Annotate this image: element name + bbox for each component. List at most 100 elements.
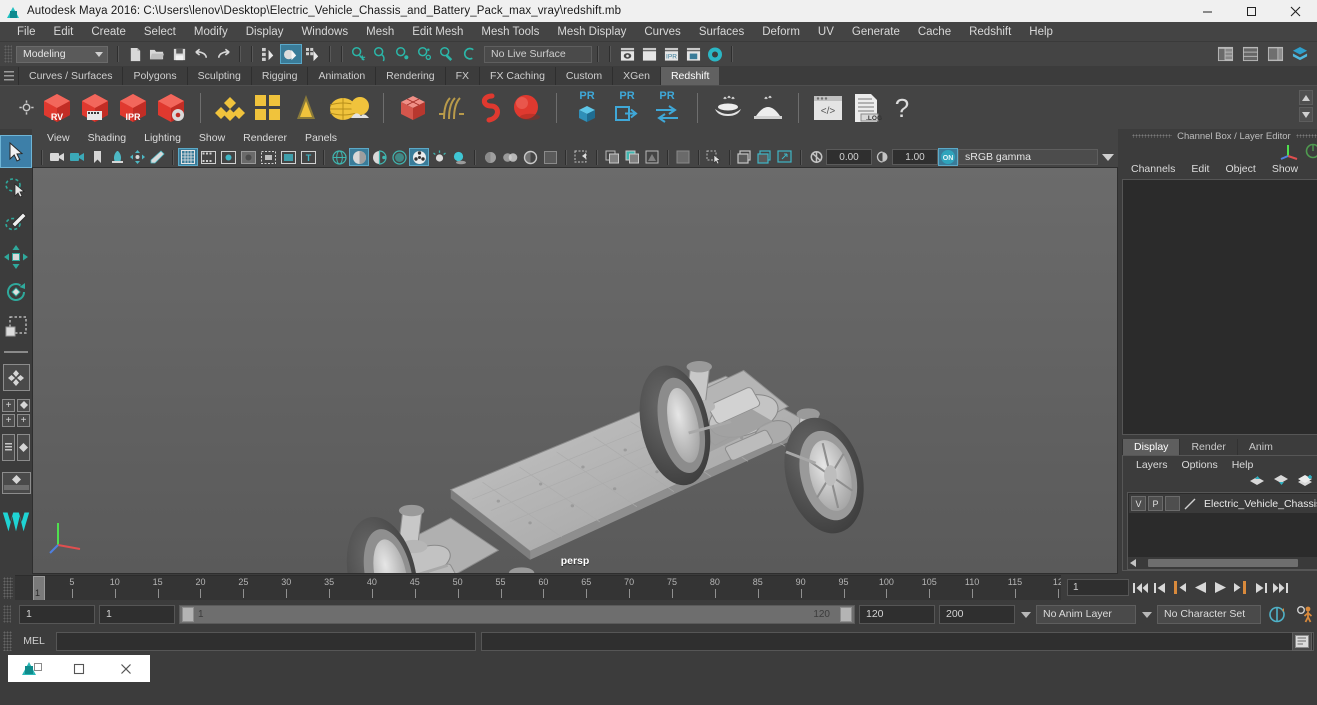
layer-visibility-toggle[interactable]: V [1131, 496, 1146, 511]
use-default-lighting-icon[interactable] [429, 148, 449, 166]
shelf-button-log-file[interactable]: .LOG [849, 91, 883, 125]
smooth-shade-all-icon[interactable] [349, 148, 369, 166]
hardware-fog-icon[interactable] [622, 148, 642, 166]
rotate-tool[interactable] [0, 275, 32, 308]
shelf-tab-xgen[interactable]: XGen [612, 67, 660, 85]
range-start-time-field[interactable]: 1 [99, 604, 175, 624]
show-hide-layer-editor-icon[interactable] [1239, 44, 1261, 64]
show-hide-tool-settings-icon[interactable] [638, 44, 660, 64]
shelf-tab-sculpting[interactable]: Sculpting [186, 67, 251, 85]
select-by-object-icon[interactable] [280, 44, 302, 64]
layer-list[interactable]: V P Electric_Vehicle_Chassis_an [1127, 492, 1317, 570]
current-frame-field[interactable]: 1 [1067, 579, 1129, 596]
wireframe-icon[interactable] [329, 148, 349, 166]
undo-icon[interactable] [190, 44, 212, 64]
wireframe-on-shaded-icon[interactable] [409, 148, 429, 166]
shelf-button-redshift-ipr[interactable]: IPR [116, 91, 150, 125]
paint-select-tool[interactable] [0, 205, 32, 238]
color-management-select[interactable]: sRGB gamma [958, 149, 1098, 165]
gate-mask-icon[interactable] [238, 148, 258, 166]
shelf-button-hair[interactable] [434, 91, 468, 125]
shelf-button-redshift-render-settings[interactable] [154, 91, 188, 125]
menu-uv[interactable]: UV [809, 24, 843, 40]
channel-box-attribute-list[interactable] [1122, 179, 1317, 435]
range-slider-left-handle[interactable] [182, 606, 194, 622]
select-camera-icon[interactable] [47, 148, 67, 166]
workspace-icon[interactable] [1289, 44, 1311, 64]
shelf-button-curve-tool[interactable] [472, 91, 506, 125]
menu-file[interactable]: File [8, 24, 45, 40]
time-slider-grip[interactable] [3, 576, 13, 599]
restore-window-icon[interactable] [55, 655, 102, 682]
shelf-button-pr-export[interactable]: PR [609, 90, 645, 126]
menu-windows[interactable]: Windows [292, 24, 357, 40]
color-management-toggle-icon[interactable]: ON [938, 148, 958, 166]
shelf-tab-animation[interactable]: Animation [307, 67, 376, 85]
viewport-menu-show[interactable]: Show [190, 132, 234, 144]
exposure-reset-icon[interactable] [806, 148, 826, 166]
shelf-button-diamond-proxy[interactable] [213, 91, 247, 125]
command-language-label[interactable]: MEL [17, 635, 51, 647]
menu-select[interactable]: Select [135, 24, 185, 40]
layer-color-swatch[interactable] [1182, 496, 1198, 512]
shelf-grip[interactable] [4, 71, 14, 81]
xray-icon[interactable] [480, 148, 500, 166]
open-scene-icon[interactable] [146, 44, 168, 64]
shelf-button-cone-light[interactable] [289, 91, 323, 125]
move-tool[interactable] [0, 240, 32, 273]
shelf-tab-curves-surfaces[interactable]: Curves / Surfaces [18, 67, 123, 85]
layer-tab-render[interactable]: Render [1179, 439, 1237, 455]
select-by-component-icon[interactable] [302, 44, 324, 64]
channel-box-menu-channels[interactable]: Channels [1124, 162, 1182, 176]
viewport-menu-shading[interactable]: Shading [79, 132, 136, 144]
shelf-button-bake-set-2[interactable] [750, 91, 786, 125]
make-live-icon[interactable] [458, 44, 480, 64]
menu-cache[interactable]: Cache [909, 24, 960, 40]
scrollbar-thumb[interactable] [1148, 559, 1298, 567]
go-to-end-icon[interactable] [1271, 579, 1289, 597]
persp-outliner-layout-button[interactable] [0, 431, 32, 464]
panel-grip-left[interactable] [1132, 134, 1173, 138]
shelf-tab-redshift[interactable]: Redshift [659, 67, 720, 85]
layer-playback-toggle[interactable]: P [1148, 496, 1163, 511]
title-safe-icon[interactable]: T [298, 148, 318, 166]
menu-mesh-tools[interactable]: Mesh Tools [472, 24, 548, 40]
shelf-button-redshift-render-sequence[interactable] [78, 91, 112, 125]
create-new-layer-icon[interactable] [1297, 474, 1314, 492]
menu-modify[interactable]: Modify [185, 24, 237, 40]
shelf-tab-fx-caching[interactable]: FX Caching [479, 67, 555, 85]
ipr-render-region-icon[interactable] [755, 148, 775, 166]
anim-layer-select[interactable]: No Anim Layer [1036, 604, 1136, 624]
menu-edit[interactable]: Edit [45, 24, 83, 40]
panel-grip-right[interactable] [1295, 134, 1317, 138]
shelf-tab-rendering[interactable]: Rendering [375, 67, 445, 85]
shelf-button-pr-volume[interactable]: PR [569, 90, 605, 126]
viewport-menu-panels[interactable]: Panels [296, 132, 346, 144]
xray-active-components-icon[interactable] [520, 148, 540, 166]
range-slider-grip[interactable] [3, 605, 11, 623]
layer-menu-help[interactable]: Help [1225, 459, 1261, 471]
layer-menu-layers[interactable]: Layers [1129, 459, 1175, 471]
menu-redshift[interactable]: Redshift [960, 24, 1020, 40]
step-forward-keyframe-icon[interactable] [1251, 579, 1269, 597]
time-slider-track[interactable]: 1 5 10 15 20 25 30 35 40 45 50 55 60 65 70 75 80 85 90 95 1… [15, 575, 1061, 600]
menu-edit-mesh[interactable]: Edit Mesh [403, 24, 472, 40]
snap-to-curve-icon[interactable] [370, 44, 392, 64]
shelf-tab-fx[interactable]: FX [444, 67, 480, 85]
viewport-3d-canvas[interactable]: persp [32, 167, 1118, 574]
step-back-frame-icon[interactable] [1171, 579, 1189, 597]
close-window-icon[interactable] [103, 655, 150, 682]
gamma-reset-icon[interactable] [872, 148, 892, 166]
show-hide-attribute-editor-icon[interactable] [616, 44, 638, 64]
menu-create[interactable]: Create [82, 24, 135, 40]
menu-mesh-display[interactable]: Mesh Display [548, 24, 635, 40]
shelf-button-dome-light[interactable] [327, 91, 371, 125]
shelf-options-gear-icon[interactable] [18, 99, 36, 117]
shelf-tab-rigging[interactable]: Rigging [250, 67, 308, 85]
snap-to-point-icon[interactable] [392, 44, 414, 64]
layer-tab-anim[interactable]: Anim [1236, 439, 1284, 455]
move-layer-down-icon[interactable] [1273, 474, 1289, 492]
shelf-button-pr-transfer[interactable]: PR [649, 90, 685, 126]
go-to-start-icon[interactable] [1131, 579, 1149, 597]
layer-menu-options[interactable]: Options [1175, 459, 1225, 471]
